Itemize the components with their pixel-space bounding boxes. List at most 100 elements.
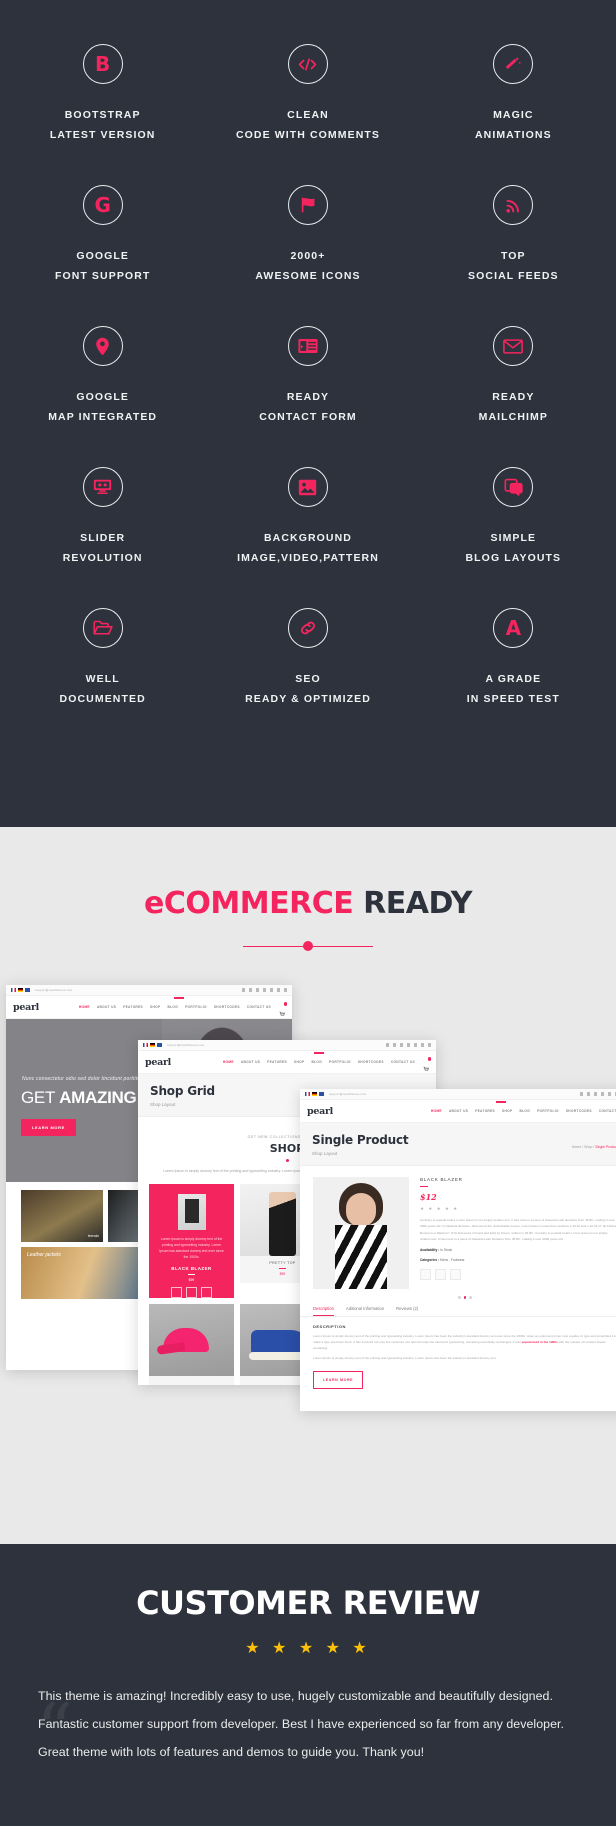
nav-item-about[interactable]: ABOUT US — [97, 1005, 116, 1009]
nav-item-portfolio[interactable]: PORTFOLIO — [537, 1109, 559, 1113]
product-main-image[interactable] — [313, 1177, 409, 1289]
nav-item-portfolio[interactable]: PORTFOLIO — [329, 1060, 351, 1064]
facebook-icon[interactable] — [601, 1092, 605, 1096]
breadcrumb-home[interactable]: Home — [572, 1145, 581, 1149]
nav-item-shortcodes[interactable]: SHORTCODES — [214, 1005, 240, 1009]
product-card-featured[interactable]: Lorem Ipsum is simply dummy text of the … — [149, 1184, 234, 1298]
nav-item-features[interactable]: FEATURES — [267, 1060, 287, 1064]
brand-logo[interactable]: pearl — [145, 1057, 171, 1068]
carousel-dots[interactable] — [300, 1296, 616, 1299]
quick-view-icon[interactable] — [201, 1287, 212, 1298]
facebook-icon[interactable] — [263, 988, 267, 992]
flag-fr-icon[interactable] — [11, 988, 16, 992]
dribbble-icon[interactable] — [249, 988, 253, 992]
flickr-icon[interactable] — [400, 1043, 404, 1047]
tab-description[interactable]: Description — [313, 1306, 334, 1316]
twitter-icon[interactable] — [580, 1092, 584, 1096]
tab-reviews[interactable]: Reviews (2) — [396, 1306, 418, 1316]
feature-item-social-feeds[interactable]: TOP SOCIAL FEEDS — [411, 167, 616, 308]
flag-fr-icon[interactable] — [305, 1092, 310, 1096]
feature-item-a-grade[interactable]: A A GRADE IN SPEED TEST — [411, 590, 616, 731]
feature-item-mailchimp[interactable]: READY MAILCHIMP — [411, 308, 616, 449]
product-thumb-3[interactable] — [450, 1269, 461, 1280]
feature-item-documented[interactable]: WELL DOCUMENTED — [0, 590, 205, 731]
nav-item-shop[interactable]: SHOP — [502, 1109, 512, 1113]
twitter-icon[interactable] — [242, 988, 246, 992]
nav-item-home[interactable]: HOME — [79, 1005, 90, 1009]
brand-logo[interactable]: pearl — [13, 1002, 39, 1013]
nav-item-about[interactable]: ABOUT US — [449, 1109, 468, 1113]
pinterest-icon[interactable] — [270, 988, 274, 992]
feature-item-clean-code[interactable]: CLEAN CODE WITH COMMENTS — [205, 26, 410, 167]
nav-item-features[interactable]: FEATURES — [123, 1005, 143, 1009]
feature-item-magic[interactable]: MAGIC ANIMATIONS — [411, 26, 616, 167]
flag-uk-icon[interactable] — [157, 1043, 162, 1047]
cart-icon[interactable] — [279, 1004, 285, 1010]
nav-item-features[interactable]: FEATURES — [475, 1109, 495, 1113]
carousel-dot-3[interactable] — [469, 1296, 472, 1299]
facebook-icon[interactable] — [407, 1043, 411, 1047]
feature-item-google-font[interactable]: G GOOGLE FONT SUPPORT — [0, 167, 205, 308]
nav-item-portfolio[interactable]: PORTFOLIO — [185, 1005, 207, 1009]
product-thumb-2[interactable] — [435, 1269, 446, 1280]
screenshot-single-product[interactable]: support@modthemes.com pearl HOME ABOUT U… — [300, 1089, 616, 1411]
dribbble-icon[interactable] — [393, 1043, 397, 1047]
nav-item-shortcodes[interactable]: SHORTCODES — [358, 1060, 384, 1064]
nav-item-shop[interactable]: SHOP — [294, 1060, 304, 1064]
nav-item-blog[interactable]: BLOG — [311, 1060, 322, 1064]
feature-item-slider-revolution[interactable]: SLIDER REVOLUTION — [0, 449, 205, 590]
product-card[interactable] — [149, 1304, 234, 1385]
social-icons[interactable] — [242, 988, 288, 992]
feature-item-seo[interactable]: SEO READY & OPTIMIZED — [205, 590, 410, 731]
navbar: pearl HOME ABOUT US FEATURES SHOP BLOG P… — [300, 1100, 616, 1123]
flickr-icon[interactable] — [256, 988, 260, 992]
cart-icon[interactable] — [423, 1059, 429, 1065]
nav-item-contact[interactable]: CONTACT US — [599, 1109, 616, 1113]
nav-item-blog[interactable]: BLOG — [167, 1005, 178, 1009]
learn-more-button[interactable]: LEARN MORE — [21, 1119, 76, 1136]
wishlist-icon[interactable] — [186, 1287, 197, 1298]
pinterest-icon[interactable] — [608, 1092, 612, 1096]
social-icons[interactable] — [386, 1043, 432, 1047]
linkedin-icon[interactable] — [284, 988, 288, 992]
linkedin-icon[interactable] — [428, 1043, 432, 1047]
feature-item-google-map[interactable]: GOOGLE MAP INTEGRATED — [0, 308, 205, 449]
flag-uk-icon[interactable] — [319, 1092, 324, 1096]
flickr-icon[interactable] — [594, 1092, 598, 1096]
nav-item-shortcodes[interactable]: SHORTCODES — [566, 1109, 592, 1113]
dribbble-icon[interactable] — [587, 1092, 591, 1096]
feature-item-background[interactable]: BACKGROUND IMAGE,VIDEO,PATTERN — [205, 449, 410, 590]
nav-item-contact[interactable]: CONTACT US — [247, 1005, 271, 1009]
flag-uk-icon[interactable] — [25, 988, 30, 992]
carousel-dot-2[interactable] — [464, 1296, 467, 1299]
learn-more-button[interactable]: LEARN MORE — [313, 1371, 363, 1389]
nav-item-about[interactable]: ABOUT US — [241, 1060, 260, 1064]
rss-icon[interactable] — [421, 1043, 425, 1047]
nav-item-shop[interactable]: SHOP — [150, 1005, 160, 1009]
product-thumb-1[interactable] — [420, 1269, 431, 1280]
flag-de-icon[interactable] — [18, 988, 23, 992]
pinterest-icon[interactable] — [414, 1043, 418, 1047]
tab-additional-information[interactable]: Aditional Information — [346, 1306, 384, 1316]
flag-de-icon[interactable] — [150, 1043, 155, 1047]
nav-item-home[interactable]: HOME — [223, 1060, 234, 1064]
social-icons[interactable] — [580, 1092, 616, 1096]
brand-logo[interactable]: pearl — [307, 1106, 333, 1117]
flag-de-icon[interactable] — [312, 1092, 317, 1096]
carousel-dot-1[interactable] — [458, 1296, 461, 1299]
availability-value: In Stock — [440, 1248, 452, 1252]
feature-item-contact-form[interactable]: READY CONTACT FORM — [205, 308, 410, 449]
promo-tile-trendz[interactable]: trendz — [21, 1190, 103, 1242]
flag-fr-icon[interactable] — [143, 1043, 148, 1047]
twitter-icon[interactable] — [386, 1043, 390, 1047]
feature-item-bootstrap[interactable]: B BOOTSTRAP LATEST VERSION — [0, 26, 205, 167]
nav-item-home[interactable]: HOME — [431, 1109, 442, 1113]
add-to-cart-icon[interactable] — [171, 1287, 182, 1298]
rss-icon[interactable] — [277, 988, 281, 992]
feature-item-blog-layouts[interactable]: SIMPLE BLOG LAYOUTS — [411, 449, 616, 590]
nav-item-contact[interactable]: CONTACT US — [391, 1060, 415, 1064]
ecommerce-heading-accent: eCOMMERCE — [144, 886, 353, 921]
nav-item-blog[interactable]: BLOG — [519, 1109, 530, 1113]
breadcrumb-shop[interactable]: Shop — [584, 1145, 592, 1149]
feature-item-awesome-icons[interactable]: 2000+ AWESOME ICONS — [205, 167, 410, 308]
